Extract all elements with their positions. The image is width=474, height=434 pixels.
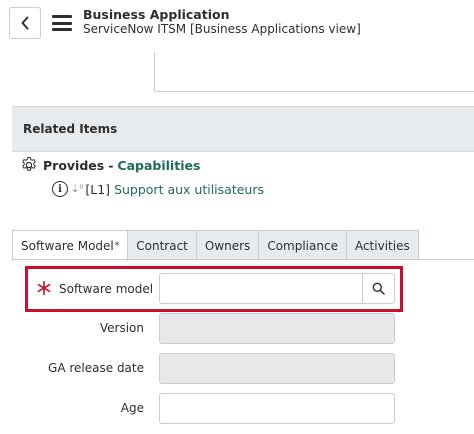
- provides-separator: -: [108, 157, 114, 173]
- provides-relationship-row: Provides - Capabilities: [20, 156, 200, 174]
- lookup-button[interactable]: [362, 273, 395, 304]
- search-icon: [372, 282, 385, 295]
- software-model-input[interactable]: [159, 273, 363, 304]
- support-capability-link[interactable]: Support aux utilisateurs: [114, 182, 264, 197]
- info-icon[interactable]: i: [52, 181, 68, 197]
- tab-owners[interactable]: Owners: [196, 230, 260, 260]
- capabilities-link[interactable]: Capabilities: [117, 158, 200, 173]
- version-field: [159, 313, 395, 344]
- version-label: Version: [99, 321, 144, 335]
- tab-contract[interactable]: Contract: [128, 230, 197, 260]
- ga-release-date-field: [159, 353, 395, 384]
- required-asterisk-icon: [37, 280, 51, 296]
- tab-label: Compliance: [267, 238, 338, 253]
- provides-label: Provides: [43, 157, 105, 173]
- page-subtitle: ServiceNow ITSM [Business Applications v…: [83, 22, 361, 36]
- tab-label: Activities: [354, 238, 410, 253]
- page-title: Business Application: [83, 7, 230, 22]
- tab-required-mark: *: [114, 241, 120, 251]
- tab-label: Owners: [204, 238, 251, 253]
- related-items-label: Related Items: [23, 122, 118, 136]
- tab-activities[interactable]: Activities: [346, 230, 419, 260]
- age-input[interactable]: [159, 393, 395, 424]
- related-items-header: Related Items: [12, 106, 474, 152]
- capability-item-row: i ⇣⁰ [L1] Support aux utilisateurs: [52, 180, 264, 198]
- tab-compliance[interactable]: Compliance: [259, 230, 347, 260]
- age-label: Age: [120, 401, 144, 415]
- tab-label: Software Model: [21, 239, 114, 253]
- hierarchy-icon: ⇣⁰: [71, 183, 84, 195]
- chevron-left-icon: [21, 16, 29, 30]
- description-textarea[interactable]: [154, 52, 474, 92]
- gear-icon: [22, 157, 36, 171]
- back-button[interactable]: [9, 7, 41, 39]
- hamburger-icon[interactable]: [52, 15, 72, 31]
- form-tabs: Software Model * Contract Owners Complian…: [12, 230, 419, 261]
- ga-release-date-label: GA release date: [48, 361, 144, 375]
- level-prefix: [L1]: [85, 181, 111, 197]
- tab-software-model[interactable]: Software Model *: [12, 230, 129, 261]
- app-header: Business Application ServiceNow ITSM [Bu…: [0, 0, 474, 48]
- tab-label: Contract: [136, 238, 188, 253]
